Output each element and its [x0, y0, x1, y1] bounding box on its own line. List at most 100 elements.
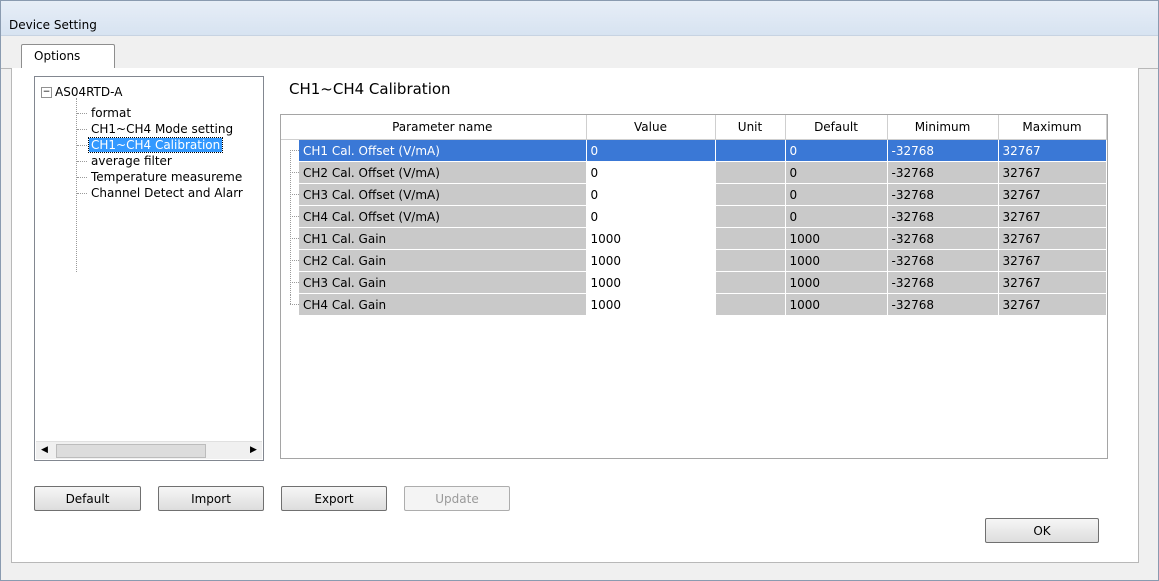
table-row[interactable]: CH2 Cal. Gain 1000 1000 -32768 32767	[281, 249, 1107, 272]
column-header-default[interactable]: Default	[785, 115, 888, 140]
default-button[interactable]: Default	[34, 486, 141, 511]
table-row[interactable]: CH4 Cal. Offset (V/mA) 0 0 -32768 32767	[281, 205, 1107, 228]
row-connector-dash	[290, 238, 299, 239]
tree-item-label: CH1~CH4 Mode setting	[91, 122, 234, 136]
tree-item[interactable]: Channel Detect and Alarr	[77, 185, 245, 201]
unit-cell	[715, 161, 786, 184]
unit-cell	[715, 205, 786, 228]
default-cell: 1000	[785, 293, 888, 316]
import-button[interactable]: Import	[158, 486, 264, 511]
export-button[interactable]: Export	[281, 486, 387, 511]
default-cell: 1000	[785, 271, 888, 294]
maximum-cell: 32767	[998, 249, 1107, 272]
maximum-cell: 32767	[998, 293, 1107, 316]
tree-item[interactable]: format	[77, 105, 133, 121]
row-connector-dash	[290, 150, 299, 151]
column-header-maximum[interactable]: Maximum	[998, 115, 1107, 140]
column-header-parameter-name[interactable]: Parameter name	[299, 115, 587, 140]
param-name-cell: CH1 Cal. Gain	[299, 227, 587, 250]
param-name-cell: CH3 Cal. Offset (V/mA)	[299, 183, 587, 206]
parameter-grid[interactable]: Parameter name Value Unit Default Minimu…	[280, 114, 1108, 459]
param-name-cell: CH4 Cal. Gain	[299, 293, 587, 316]
tree-item-label: Channel Detect and Alarr	[91, 186, 243, 200]
maximum-cell: 32767	[998, 227, 1107, 250]
tab-options[interactable]: Options	[21, 44, 115, 69]
value-cell[interactable]: 0	[586, 139, 716, 162]
row-tree-gutter	[281, 183, 299, 206]
tree-item[interactable]: average filter	[77, 153, 174, 169]
param-name-cell: CH1 Cal. Offset (V/mA)	[299, 139, 587, 162]
table-row[interactable]: CH1 Cal. Gain 1000 1000 -32768 32767	[281, 227, 1107, 250]
arrow-left-icon[interactable]: ◀	[36, 442, 53, 459]
tab-options-label: Options	[34, 49, 81, 63]
unit-cell	[715, 227, 786, 250]
tree-connector	[77, 129, 87, 130]
maximum-cell: 32767	[998, 161, 1107, 184]
collapse-minus-icon[interactable]: −	[41, 87, 52, 98]
minimum-cell: -32768	[887, 139, 999, 162]
settings-tree[interactable]: − AS04RTD-A format CH1~CH4 Mode setting CH1…	[34, 76, 264, 461]
tree-item-label: CH1~CH4 Calibration	[87, 137, 224, 153]
value-cell[interactable]: 0	[586, 205, 716, 228]
table-row[interactable]: CH2 Cal. Offset (V/mA) 0 0 -32768 32767	[281, 161, 1107, 184]
value-cell[interactable]: 1000	[586, 293, 716, 316]
tree-item-label: format	[91, 106, 132, 120]
param-name-cell: CH3 Cal. Gain	[299, 271, 587, 294]
value-cell[interactable]: 1000	[586, 271, 716, 294]
tree-horizontal-scrollbar[interactable]: ◀ ▶	[36, 441, 262, 459]
unit-cell	[715, 139, 786, 162]
grid-header-gutter	[281, 115, 299, 140]
default-cell: 0	[785, 205, 888, 228]
device-setting-window: Device Setting Options − AS04RTD-A format…	[0, 0, 1159, 581]
param-name-cell: CH4 Cal. Offset (V/mA)	[299, 205, 587, 228]
value-cell[interactable]: 0	[586, 161, 716, 184]
row-connector-dash	[290, 260, 299, 261]
table-row[interactable]: CH3 Cal. Gain 1000 1000 -32768 32767	[281, 271, 1107, 294]
row-tree-gutter	[281, 205, 299, 228]
column-header-value[interactable]: Value	[586, 115, 716, 140]
grid-header-row: Parameter name Value Unit Default Minimu…	[281, 115, 1107, 140]
table-row[interactable]: CH4 Cal. Gain 1000 1000 -32768 32767	[281, 293, 1107, 316]
tree-connector	[77, 177, 87, 178]
column-header-minimum[interactable]: Minimum	[887, 115, 999, 140]
table-row[interactable]: CH3 Cal. Offset (V/mA) 0 0 -32768 32767	[281, 183, 1107, 206]
unit-cell	[715, 271, 786, 294]
tree-connector	[77, 193, 87, 194]
scroll-thumb[interactable]	[56, 444, 206, 458]
tree-item[interactable]: CH1~CH4 Calibration	[77, 137, 224, 153]
arrow-right-icon[interactable]: ▶	[245, 442, 262, 459]
value-cell[interactable]: 1000	[586, 249, 716, 272]
param-name-cell: CH2 Cal. Offset (V/mA)	[299, 161, 587, 184]
maximum-cell: 32767	[998, 205, 1107, 228]
default-cell: 1000	[785, 249, 888, 272]
tree-root-label: AS04RTD-A	[55, 85, 123, 99]
table-row[interactable]: CH1 Cal. Offset (V/mA) 0 0 -32768 32767	[281, 139, 1107, 162]
param-name-cell: CH2 Cal. Gain	[299, 249, 587, 272]
unit-cell	[715, 183, 786, 206]
unit-cell	[715, 293, 786, 316]
maximum-cell: 32767	[998, 271, 1107, 294]
ok-button[interactable]: OK	[985, 518, 1099, 543]
tree-item[interactable]: Temperature measureme	[77, 169, 244, 185]
tree-item[interactable]: CH1~CH4 Mode setting	[77, 121, 235, 137]
tree-connector	[77, 161, 87, 162]
default-cell: 0	[785, 161, 888, 184]
row-connector-dash	[290, 304, 299, 305]
update-button[interactable]: Update	[404, 486, 510, 511]
title-bar: Device Setting	[1, 1, 1158, 36]
row-tree-gutter	[281, 139, 299, 162]
row-connector-line	[290, 150, 291, 161]
column-header-unit[interactable]: Unit	[715, 115, 786, 140]
row-tree-gutter	[281, 227, 299, 250]
default-cell: 0	[785, 139, 888, 162]
value-cell[interactable]: 1000	[586, 227, 716, 250]
minimum-cell: -32768	[887, 249, 999, 272]
tree-root-node[interactable]: − AS04RTD-A	[41, 85, 122, 99]
minimum-cell: -32768	[887, 227, 999, 250]
row-tree-gutter	[281, 293, 299, 316]
minimum-cell: -32768	[887, 183, 999, 206]
row-tree-gutter	[281, 161, 299, 184]
minimum-cell: -32768	[887, 205, 999, 228]
value-cell[interactable]: 0	[586, 183, 716, 206]
row-tree-gutter	[281, 271, 299, 294]
